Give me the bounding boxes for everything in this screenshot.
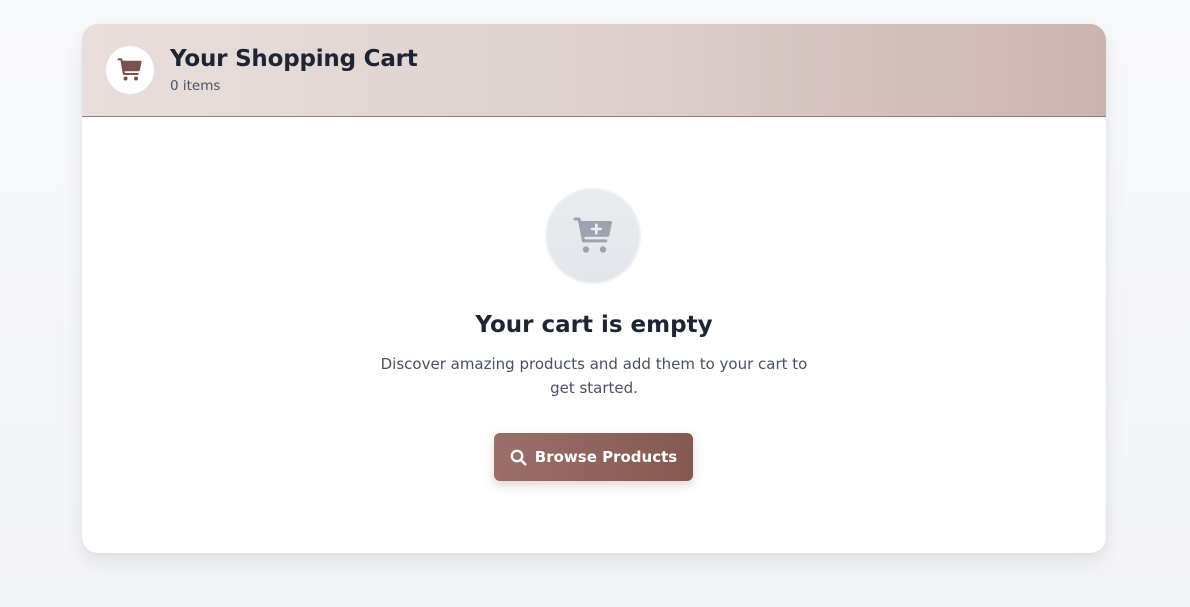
browse-products-label: Browse Products — [534, 448, 678, 466]
browse-products-button[interactable]: Browse Products — [494, 433, 693, 481]
cart-avatar — [106, 46, 154, 94]
empty-cart-illustration — [545, 188, 641, 284]
cart-title: Your Shopping Cart — [170, 46, 418, 72]
cart-item-count: 0 items — [170, 78, 221, 94]
empty-cart-title: Your cart is empty — [475, 312, 713, 338]
cart-plus-icon — [571, 217, 615, 255]
empty-cart-state: Your cart is empty Discover amazing prod… — [82, 117, 1106, 553]
search-icon — [510, 449, 527, 466]
empty-cart-description: Discover amazing products and add them t… — [380, 355, 808, 397]
cart-header-text: Your Shopping Cart 0 items — [170, 44, 418, 95]
shopping-cart-card: Your Shopping Cart 0 items Your cart is … — [82, 24, 1106, 553]
cart-header: Your Shopping Cart 0 items — [82, 24, 1106, 117]
shopping-cart-icon — [117, 58, 143, 82]
